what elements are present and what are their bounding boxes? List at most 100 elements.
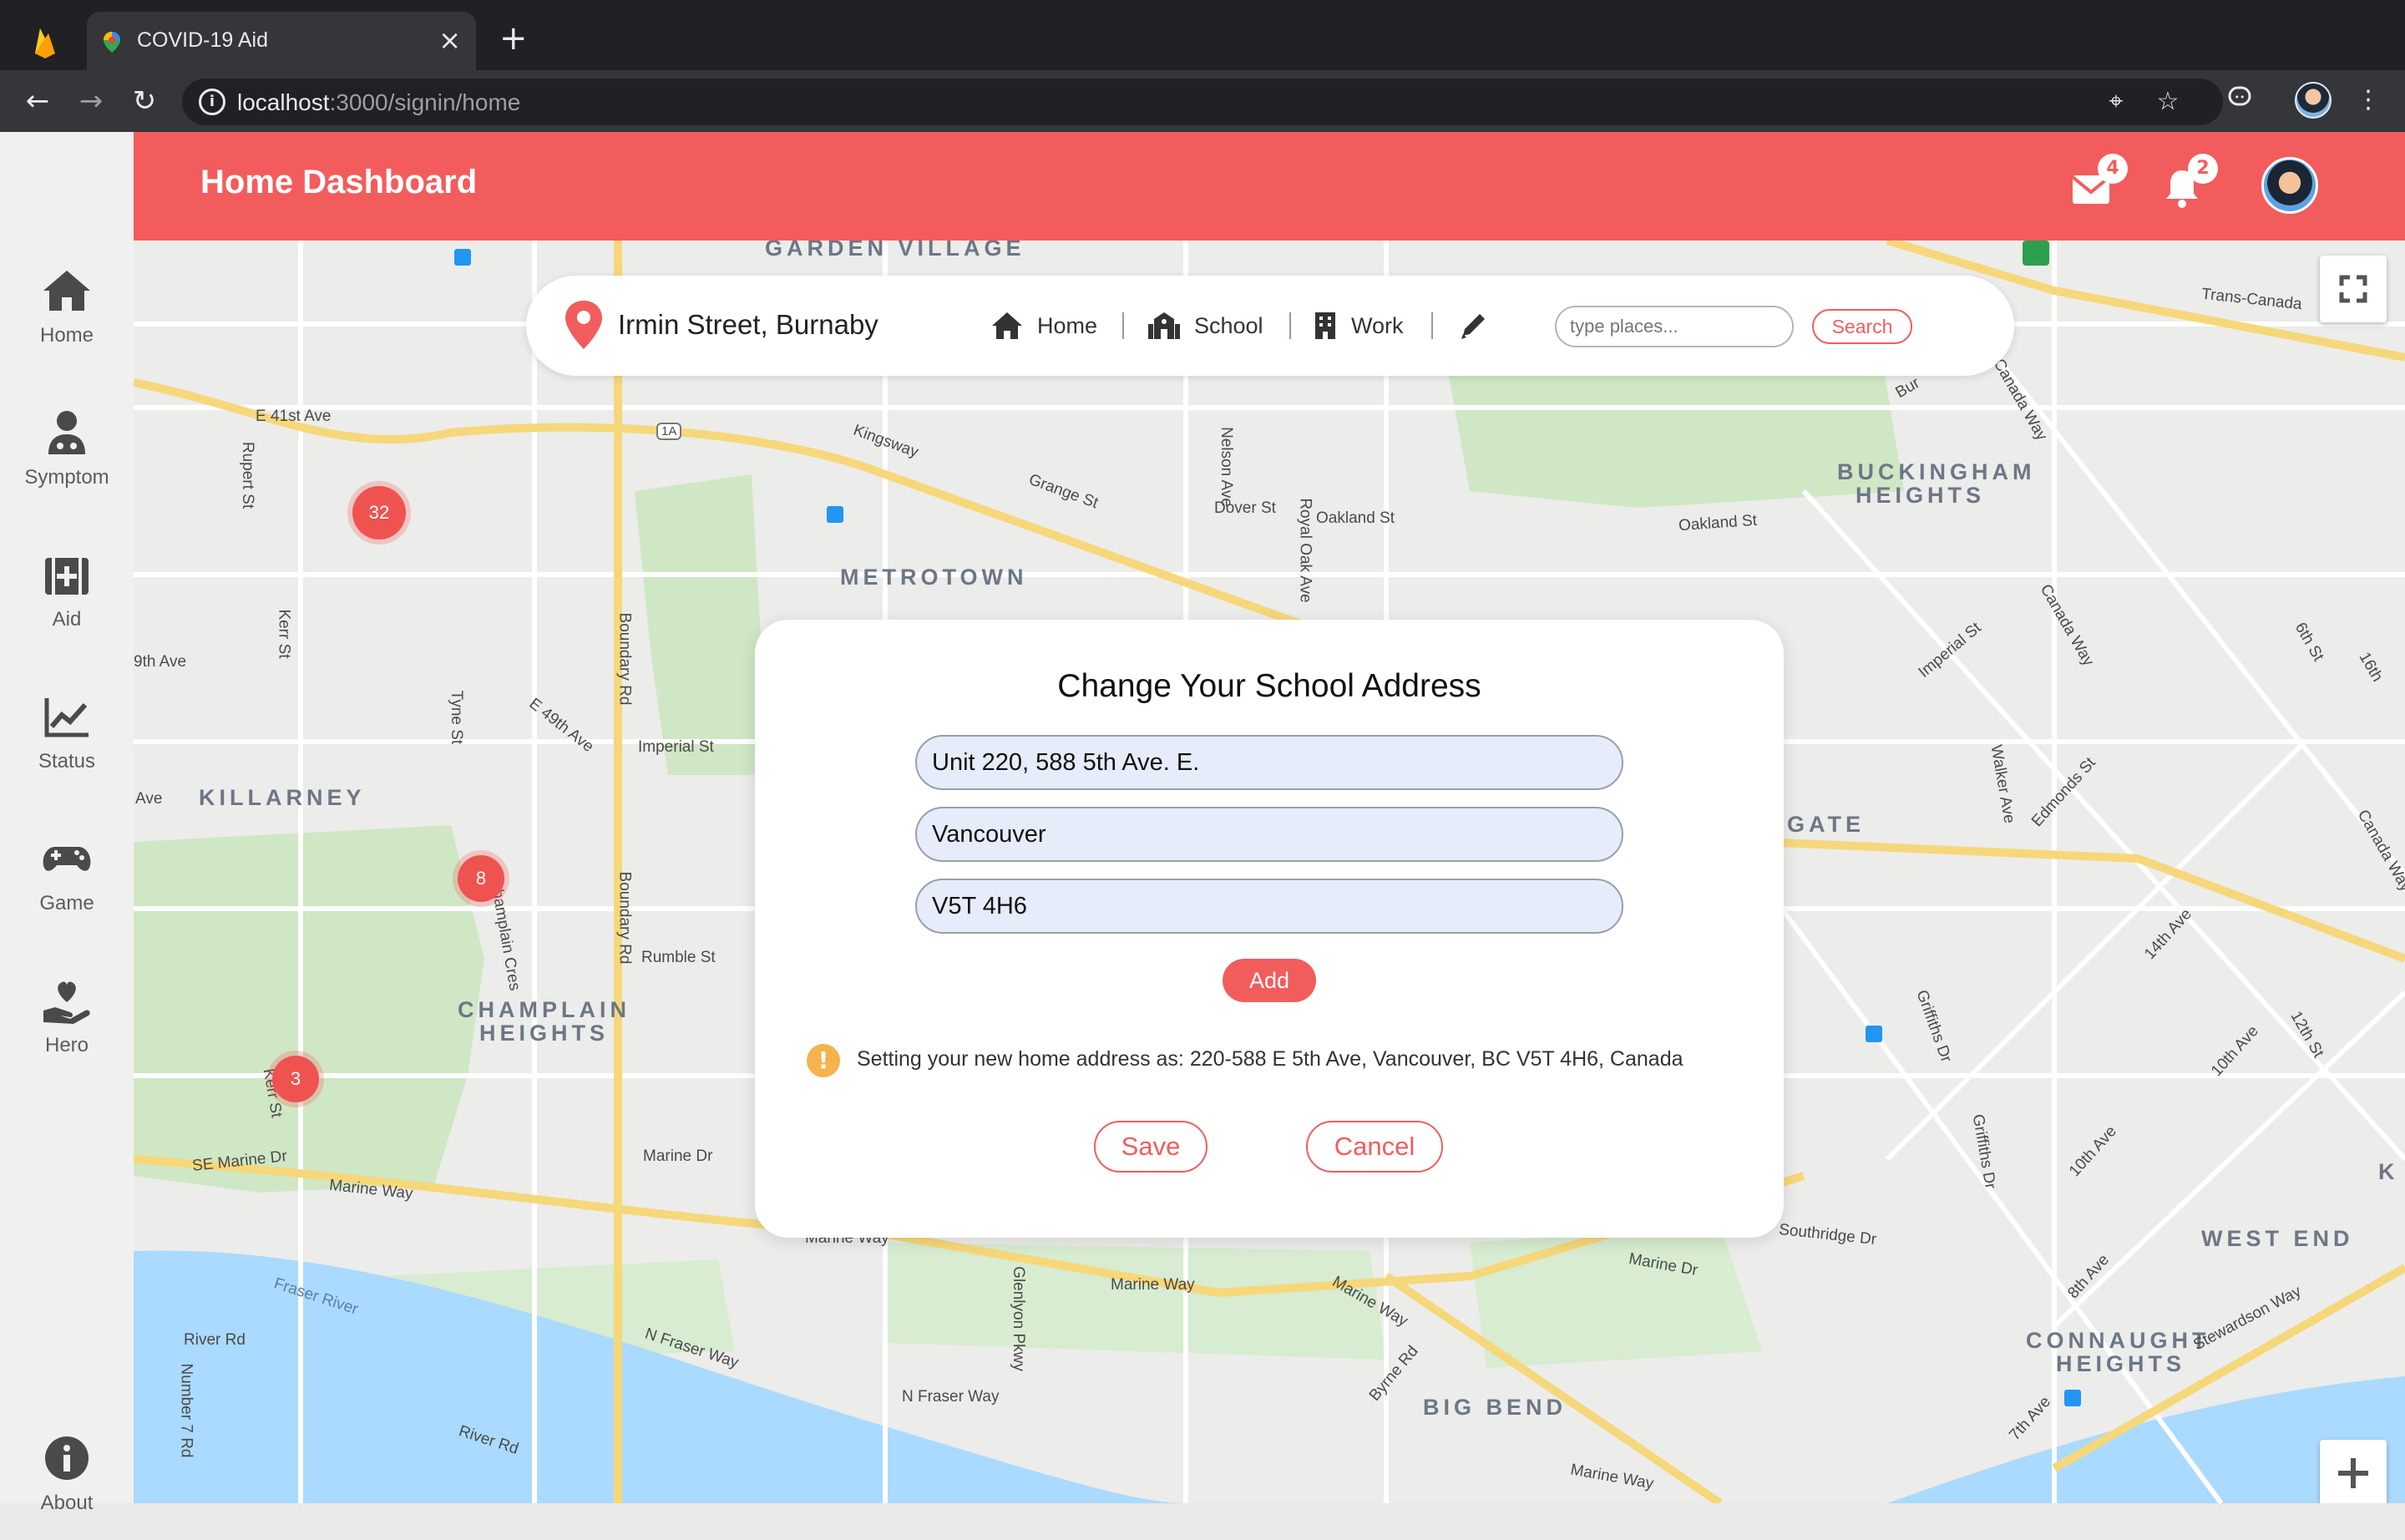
extension-icon[interactable]: •• xyxy=(2223,84,2256,117)
quick-school-button[interactable]: School xyxy=(1147,307,1263,344)
sidebar-label: About xyxy=(40,1492,94,1514)
bookmark-star-icon[interactable]: ☆ xyxy=(2153,87,2183,117)
city-field[interactable]: Vancouver xyxy=(915,807,1623,862)
street-label: Number 7 Rd xyxy=(177,1363,195,1458)
area-label: HEIGHTS xyxy=(1856,483,1986,508)
mail-count-badge: 4 xyxy=(2098,154,2128,184)
current-place-label: Irmin Street, Burnaby xyxy=(618,309,878,340)
case-cluster-marker[interactable]: 3 xyxy=(272,1056,319,1102)
sidebar-item-status[interactable]: Status xyxy=(0,690,134,798)
area-label: HEIGHTS xyxy=(2056,1351,2186,1376)
user-avatar[interactable] xyxy=(2261,157,2318,214)
street-label: Royal Oak Ave xyxy=(1296,498,1314,603)
area-label: KILLARNEY xyxy=(199,785,366,810)
quick-home-label: Home xyxy=(1037,312,1098,338)
new-tab-icon[interactable]: + xyxy=(499,22,528,55)
sidebar-item-home[interactable]: Home xyxy=(0,264,134,372)
postal-code-field[interactable]: V5T 4H6 xyxy=(915,879,1623,934)
forward-icon[interactable]: → xyxy=(72,82,110,120)
transit-station-icon xyxy=(454,249,471,266)
street-label: Rupert St xyxy=(239,441,257,509)
street-label: Kerr St xyxy=(275,609,293,659)
quick-home-button[interactable]: Home xyxy=(990,307,1097,344)
sidebar-label: Symptom xyxy=(24,466,109,489)
street-label: Boundary Rd xyxy=(615,871,634,965)
street-label: Glenlyon Pkwy xyxy=(1009,1266,1027,1371)
site-info-icon[interactable]: i xyxy=(199,89,225,115)
tab-close-icon[interactable]: × xyxy=(438,25,461,55)
quick-work-button[interactable]: Work xyxy=(1313,307,1404,344)
mail-button[interactable]: 4 xyxy=(2069,154,2128,210)
location-icon[interactable]: ⌖ xyxy=(2101,87,2131,117)
browser-tabbar: COVID-19 Aid × + xyxy=(0,0,2405,70)
home-icon xyxy=(43,271,90,311)
save-button[interactable]: Save xyxy=(1094,1121,1208,1173)
sidebar-item-symptom[interactable]: Symptom xyxy=(0,406,134,514)
chart-icon xyxy=(44,698,89,737)
url-text[interactable]: localhost:3000/signin/home xyxy=(237,89,520,116)
sidebar-label: Home xyxy=(39,324,94,347)
search-button[interactable]: Search xyxy=(1812,309,1912,344)
add-button[interactable]: Add xyxy=(1223,959,1316,1002)
area-label: BIG BEND xyxy=(1423,1395,1567,1420)
separator xyxy=(1431,312,1433,339)
heart-hand-icon xyxy=(43,981,90,1024)
street-label: 9th Ave xyxy=(134,653,187,671)
home-icon xyxy=(992,312,1022,339)
sidebar-item-game[interactable]: Game xyxy=(0,832,134,940)
maps-favicon-icon xyxy=(104,32,120,53)
cancel-button[interactable]: Cancel xyxy=(1306,1121,1443,1173)
case-cluster-marker[interactable]: 8 xyxy=(458,855,504,902)
search-places-input[interactable] xyxy=(1555,306,1794,347)
separator xyxy=(1289,312,1291,339)
area-label: CHAMPLAIN xyxy=(458,997,630,1022)
edit-places-button[interactable] xyxy=(1458,307,1491,344)
street-label: Ave xyxy=(135,790,163,808)
area-label: K xyxy=(2378,1159,2399,1184)
hospital-icon xyxy=(2023,241,2049,266)
area-label: BUCKINGHAM xyxy=(1837,459,2036,484)
url-path: :3000/signin/home xyxy=(329,89,521,115)
street-label: E 41st Ave xyxy=(256,408,332,425)
area-label: GATE xyxy=(1787,812,1865,837)
area-label: GARDEN VILLAGE xyxy=(765,241,1025,261)
app-header: Home Dashboard 4 2 xyxy=(134,132,2405,241)
transit-station-icon xyxy=(827,506,843,523)
warning-icon: ! xyxy=(807,1044,840,1077)
street-label: Marine Dr xyxy=(643,1147,713,1165)
menu-kebab-icon[interactable]: ⋮ xyxy=(2352,84,2385,117)
gamepad-icon xyxy=(43,847,91,871)
notification-count-badge: 2 xyxy=(2188,154,2218,184)
browser-tab[interactable]: COVID-19 Aid × xyxy=(87,12,476,70)
street-label: River Rd xyxy=(184,1331,246,1349)
fullscreen-icon xyxy=(2339,275,2367,303)
place-search-bar: Irmin Street, Burnaby Home School Work S… xyxy=(526,276,2014,376)
address-bar[interactable]: i localhost:3000/signin/home ⌖ ☆ xyxy=(182,79,2223,125)
sidebar-item-hero[interactable]: Hero xyxy=(0,974,134,1082)
doctor-icon xyxy=(48,411,85,454)
zoom-in-button[interactable] xyxy=(2320,1440,2387,1503)
browser-profile-avatar[interactable] xyxy=(2295,82,2332,119)
reload-icon[interactable]: ↻ xyxy=(125,82,164,120)
street-label: Tyne St xyxy=(448,690,466,745)
street-label: Marine Way xyxy=(1111,1276,1195,1294)
back-icon[interactable]: ← xyxy=(18,82,57,120)
sidebar-item-about[interactable]: About xyxy=(0,1431,134,1540)
area-label: METROTOWN xyxy=(840,565,1028,590)
building-icon xyxy=(1315,312,1335,339)
street-label: Boundary Rd xyxy=(615,612,634,706)
street-label: Rumble St xyxy=(641,949,716,966)
street-label: Oakland St xyxy=(1316,509,1395,527)
case-cluster-marker[interactable]: 32 xyxy=(352,486,406,540)
sidebar-label: Status xyxy=(38,750,96,773)
fullscreen-button[interactable] xyxy=(2320,256,2387,322)
browser-toolbar: ← → ↻ i localhost:3000/signin/home ⌖ ☆ •… xyxy=(0,70,2405,132)
pencil-icon xyxy=(1461,314,1485,339)
transit-station-icon xyxy=(2064,1390,2081,1406)
firebase-tab-icon[interactable] xyxy=(25,22,65,62)
sidebar-label: Game xyxy=(39,892,94,914)
street-address-field[interactable]: Unit 220, 588 5th Ave. E. xyxy=(915,735,1623,790)
sidebar-item-aid[interactable]: Aid xyxy=(0,548,134,656)
info-icon xyxy=(45,1436,89,1480)
notification-button[interactable]: 2 xyxy=(2159,154,2218,210)
